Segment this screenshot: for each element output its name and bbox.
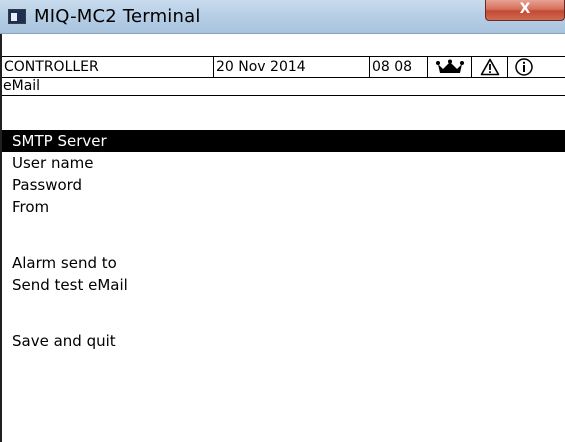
menu-item-save-and-quit[interactable]: Save and quit xyxy=(2,330,565,352)
terminal-screen: CONTROLLER 20 Nov 2014 08 08 eMail SMTP … xyxy=(0,34,565,442)
crown-icon xyxy=(428,57,472,77)
warning-icon xyxy=(472,57,508,77)
menu-item-send-test-email[interactable]: Send test eMail xyxy=(2,274,565,296)
date-display: 20 Nov 2014 xyxy=(214,57,370,77)
menu-item-alarm-send-to[interactable]: Alarm send to xyxy=(2,252,565,274)
screen-title: eMail xyxy=(2,78,565,96)
info-icon xyxy=(508,57,565,77)
window-title: MIQ-MC2 Terminal xyxy=(34,6,201,27)
menu-item-password[interactable]: Password xyxy=(2,174,565,196)
menu-item-user-name[interactable]: User name xyxy=(2,152,565,174)
menu-item-from[interactable]: From xyxy=(2,196,565,218)
time-display: 08 08 xyxy=(370,57,428,77)
window-title-bar[interactable]: MIQ-MC2 Terminal X xyxy=(0,0,565,34)
controller-label: CONTROLLER xyxy=(2,57,214,77)
close-button[interactable]: X xyxy=(485,0,565,21)
menu-item-smtp-server[interactable]: SMTP Server xyxy=(2,130,565,152)
status-bar: CONTROLLER 20 Nov 2014 08 08 xyxy=(2,56,565,78)
app-window-icon xyxy=(8,9,26,24)
